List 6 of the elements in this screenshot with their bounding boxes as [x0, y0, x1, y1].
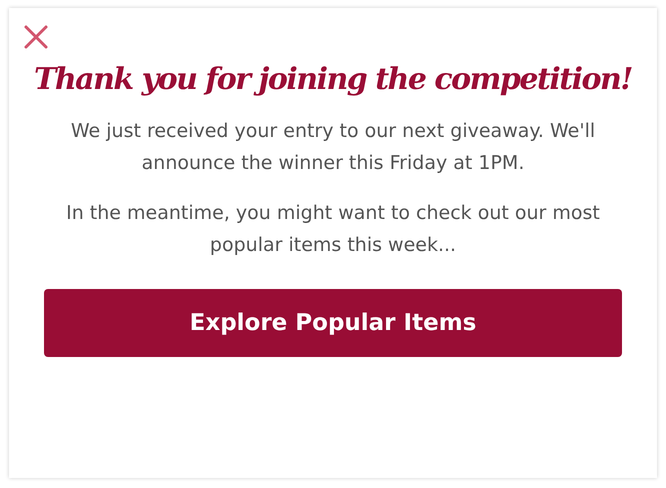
dialog-title: Thank you for joining the competition! [34, 62, 632, 97]
close-button[interactable] [23, 24, 49, 50]
message-text: We just received your entry to our next giveaway. We'll announce the winner this Friday at 1PM. [70, 119, 596, 176]
explore-button[interactable]: Explore Popular Items [44, 289, 622, 357]
message-text: In the meantime, you might want to check out our most popular items this week... [65, 201, 601, 258]
close-icon [23, 24, 49, 50]
